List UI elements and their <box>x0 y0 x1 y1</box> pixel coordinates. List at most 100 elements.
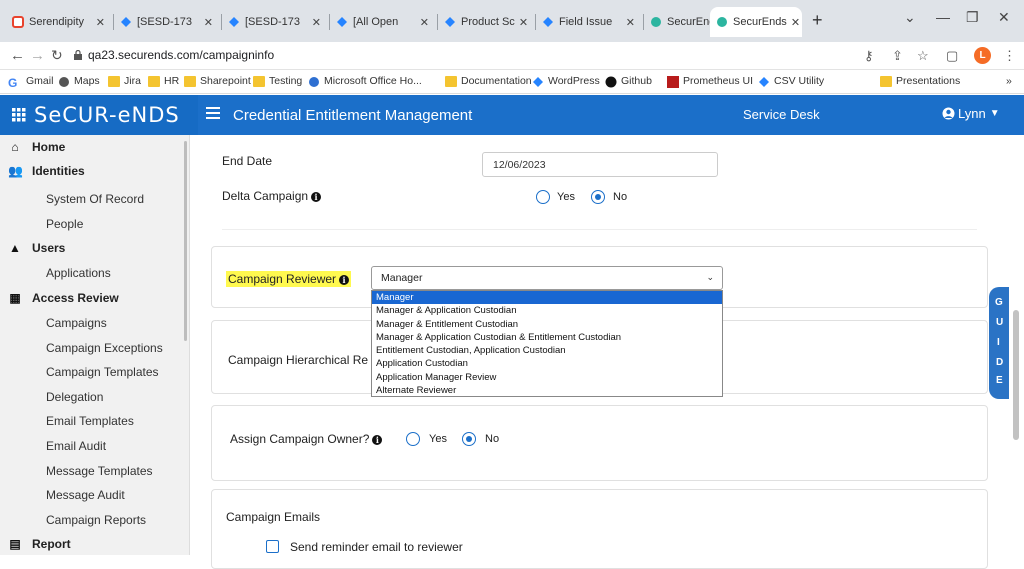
jira-icon <box>444 16 456 28</box>
user-menu[interactable]: Lynn ▼ <box>942 106 1000 121</box>
browser-tab[interactable]: [All Open ✕ <box>330 7 435 37</box>
close-icon[interactable]: ✕ <box>200 16 213 29</box>
sidebar-item-campaign-exceptions[interactable]: Campaign Exceptions <box>46 341 163 355</box>
reviewer-option[interactable]: Manager & Application Custodian <box>372 304 722 317</box>
close-window-icon[interactable]: ✕ <box>998 9 1010 26</box>
sidebar-item-campaigns[interactable]: Campaigns <box>46 316 107 330</box>
share-icon[interactable]: ⇪ <box>892 48 903 64</box>
logo-area: SeCUR-eNDS <box>0 95 198 135</box>
browser-tab-active[interactable]: SecurEnds ✕ <box>710 7 802 37</box>
tab-label: [SESD-173 <box>137 16 193 28</box>
bookmark-star-icon[interactable]: ☆ <box>917 48 929 64</box>
reviewer-option[interactable]: Alternate Reviewer <box>372 384 722 397</box>
sidebar-item-email-templates[interactable]: Email Templates <box>46 414 134 428</box>
minimize-icon[interactable]: — <box>936 9 950 25</box>
sidebar-item-email-audit[interactable]: Email Audit <box>46 439 106 453</box>
reload-icon[interactable]: ↻ <box>51 47 63 64</box>
browser-tab-bar: Serendipity ✕ [SESD-173 ✕ [SESD-173 ✕ [A… <box>0 0 1024 42</box>
reviewer-option[interactable]: Manager <box>372 291 722 305</box>
campaign-reviewer-text: Campaign Reviewer <box>228 272 337 286</box>
sidebar-item-applications[interactable]: Applications <box>46 266 111 280</box>
reviewer-option[interactable]: Entitlement Custodian, Application Custo… <box>372 344 722 357</box>
sidebar-item-campaign-reports[interactable]: Campaign Reports <box>46 513 146 527</box>
reviewer-option[interactable]: Application Custodian <box>372 357 722 370</box>
sidebar-item-identities[interactable]: 👥 Identities <box>8 164 85 178</box>
bookmark-gmail[interactable]: G Gmail <box>8 75 53 90</box>
sidebar-scrollbar[interactable] <box>184 141 187 341</box>
bookmark-office[interactable]: Microsoft Office Ho... <box>308 75 422 87</box>
sidebar: ⌂ Home 👥 Identities System Of Record Peopl… <box>0 135 190 555</box>
end-date-label: End Date <box>222 154 273 168</box>
securends-icon <box>716 16 728 28</box>
tab-search-icon[interactable]: ⌄ <box>904 9 916 26</box>
sidebar-item-message-templates[interactable]: Message Templates <box>46 464 153 478</box>
app-logo[interactable]: SeCUR-eNDS <box>34 103 180 127</box>
close-icon[interactable]: ✕ <box>92 16 105 29</box>
browser-tab[interactable]: Field Issue ✕ <box>536 7 641 37</box>
delta-yes-radio[interactable] <box>536 190 550 204</box>
bookmark-hr[interactable]: HR <box>148 75 179 87</box>
forward-icon[interactable]: → <box>30 47 45 64</box>
sidebar-item-message-audit[interactable]: Message Audit <box>46 488 125 502</box>
service-desk-link[interactable]: Service Desk <box>743 107 820 122</box>
sidebar-item-delegation[interactable]: Delegation <box>46 390 103 404</box>
owner-yes-label: Yes <box>429 433 447 445</box>
securends-icon <box>650 16 662 28</box>
restore-icon[interactable]: ❐ <box>966 9 979 26</box>
bookmark-label: Testing <box>269 75 303 87</box>
user-circle-icon <box>942 107 955 120</box>
owner-no-radio[interactable] <box>462 432 476 446</box>
page-scrollbar[interactable] <box>1013 310 1019 440</box>
reminder-email-checkbox[interactable] <box>266 540 279 553</box>
bookmark-github[interactable]: Github <box>605 75 652 87</box>
close-icon[interactable]: ✕ <box>416 16 429 29</box>
profile-avatar[interactable]: L <box>974 47 991 64</box>
bookmark-wordpress[interactable]: WordPress <box>532 75 600 87</box>
menu-icon[interactable]: ⋮ <box>1003 48 1016 64</box>
browser-tab[interactable]: Serendipity ✕ <box>6 7 111 37</box>
bookmark-csv-utility[interactable]: CSV Utility <box>758 75 824 87</box>
back-icon[interactable]: ← <box>10 47 25 64</box>
close-icon[interactable]: ✕ <box>622 16 635 29</box>
sidebar-item-access-review[interactable]: ▦ Access Review <box>8 291 118 305</box>
sidepanel-icon[interactable]: ▢ <box>946 48 958 64</box>
new-tab-button[interactable]: + <box>812 10 823 31</box>
browser-tab[interactable]: [SESD-173 ✕ <box>222 7 327 37</box>
bookmark-sharepoint[interactable]: Sharepoint <box>184 75 251 87</box>
delta-no-radio[interactable] <box>591 190 605 204</box>
sidebar-item-campaign-templates[interactable]: Campaign Templates <box>46 365 159 379</box>
sidebar-item-report[interactable]: ▤ Report <box>8 537 70 551</box>
guide-tab[interactable]: G U I D E <box>989 287 1009 399</box>
reviewer-option[interactable]: Application Manager Review <box>372 371 722 384</box>
sidebar-item-users[interactable]: ▲ Users <box>8 241 65 255</box>
bookmark-prometheus[interactable]: Prometheus UI <box>667 75 753 88</box>
apps-grid-icon[interactable] <box>12 108 26 122</box>
owner-yes-radio[interactable] <box>406 432 420 446</box>
reviewer-option[interactable]: Manager & Entitlement Custodian <box>372 318 722 331</box>
close-icon[interactable]: ✕ <box>515 16 528 29</box>
browser-tab[interactable]: Product Sc ✕ <box>438 7 533 37</box>
browser-tab[interactable]: [SESD-173 ✕ <box>114 7 219 37</box>
bookmarks-more[interactable]: » <box>1006 75 1012 87</box>
end-date-input[interactable]: 12/06/2023 <box>482 152 718 177</box>
hamburger-icon[interactable] <box>206 106 220 120</box>
bookmark-maps[interactable]: Maps <box>58 75 100 87</box>
sidebar-item-label: Home <box>32 140 66 154</box>
close-icon[interactable]: ✕ <box>787 16 800 29</box>
bookmark-documentation[interactable]: Documentation <box>445 75 532 87</box>
info-icon: i <box>311 192 322 202</box>
close-icon[interactable]: ✕ <box>308 16 321 29</box>
bookmark-jira[interactable]: Jira <box>108 75 141 87</box>
jira-icon <box>542 16 554 28</box>
sidebar-item-home[interactable]: ⌂ Home <box>8 140 65 154</box>
key-icon[interactable]: ⚷ <box>864 48 874 64</box>
sidebar-item-people[interactable]: People <box>46 217 83 231</box>
bookmark-testing[interactable]: Testing <box>253 75 302 87</box>
reviewer-option[interactable]: Manager & Application Custodian & Entitl… <box>372 331 722 344</box>
bookmark-presentations[interactable]: Presentations <box>880 75 960 87</box>
sidebar-item-system-of-record[interactable]: System Of Record <box>46 192 144 206</box>
home-icon: ⌂ <box>11 140 19 154</box>
campaign-reviewer-select[interactable]: Manager ⌄ <box>371 266 723 290</box>
url-field[interactable]: qa23.securends.com/campaigninfo <box>88 48 274 62</box>
user-icon: ▲ <box>9 241 21 255</box>
